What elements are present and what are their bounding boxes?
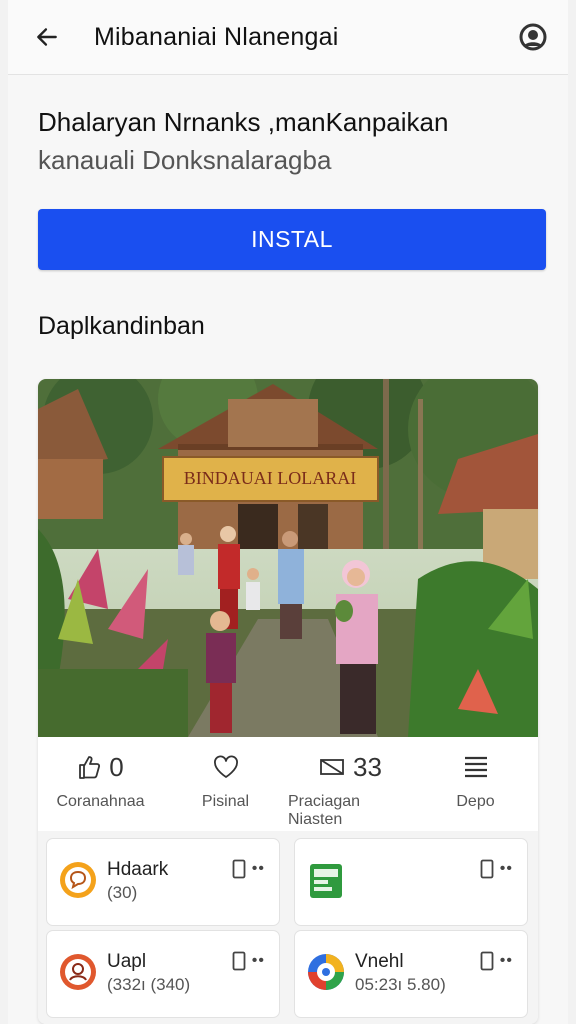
phone-icon xyxy=(232,951,246,971)
tile-meta: (332ı (340) xyxy=(107,975,191,994)
section-title: Daplkandinban xyxy=(38,312,205,340)
village-photo[interactable]: BINDAUAI LOLARAI xyxy=(38,379,538,737)
tile-name: Hdaark xyxy=(107,859,169,880)
flag-icon xyxy=(320,759,344,775)
top-app-bar: Mibananiai Nlanengai xyxy=(8,0,568,75)
tile-name: Uapl xyxy=(107,951,147,972)
favorite-label: Pisinal xyxy=(201,793,250,810)
arrow-left-icon xyxy=(37,28,57,46)
description-line-1: Dhalaryan Nrnanks ,manKanpaikan xyxy=(38,107,449,137)
profile-app-icon xyxy=(60,954,96,990)
heart-icon xyxy=(213,755,238,778)
colorful-app-icon xyxy=(308,954,344,990)
tile-options[interactable]: •• xyxy=(232,859,265,879)
back-button[interactable] xyxy=(32,22,62,52)
thumbs-up-icon xyxy=(79,756,101,779)
more-dots-icon: •• xyxy=(251,860,265,877)
install-button[interactable]: INSTAL xyxy=(38,209,546,270)
like-label: Coranahnaa xyxy=(56,793,145,810)
tile-meta: 05:23ı 5.80) xyxy=(355,975,446,994)
more-action[interactable]: Depo xyxy=(413,737,538,831)
phone-icon xyxy=(480,951,494,971)
phone-icon xyxy=(232,859,246,879)
user-avatar-icon xyxy=(519,23,547,51)
phone-icon xyxy=(480,859,494,879)
tile-name: Vnehl xyxy=(355,951,404,972)
app-tile-grid: Hdaark (30) •• •• Uapl (332ı (340) •• Vn… xyxy=(38,831,538,1024)
tile-meta: (30) xyxy=(107,883,138,902)
app-screen: Mibananiai Nlanengai Dhalaryan Nrnanks ,… xyxy=(8,0,568,1024)
app-tile[interactable]: •• xyxy=(294,838,528,926)
like-action[interactable]: 0 Coranahnaa xyxy=(38,737,163,831)
tile-options[interactable]: •• xyxy=(480,859,513,879)
description-line-2: kanauali Donksnalaragba xyxy=(38,145,332,175)
tile-options[interactable]: •• xyxy=(480,951,513,971)
favorite-action[interactable]: Pisinal xyxy=(163,737,288,831)
more-label: Depo xyxy=(456,793,495,810)
app-tile[interactable]: Vnehl 05:23ı 5.80) •• xyxy=(294,930,528,1018)
chat-bubble-icon xyxy=(60,862,96,898)
report-count: 33 xyxy=(353,751,382,782)
post-actions: 0 Coranahnaa Pisinal 33 Praciagan Niaste… xyxy=(38,737,538,832)
menu-icon xyxy=(464,756,487,778)
like-count: 0 xyxy=(109,751,124,782)
more-dots-icon: •• xyxy=(251,952,265,969)
more-dots-icon: •• xyxy=(499,952,513,969)
app-description: Dhalaryan Nrnanks ,manKanpaikan kanauali… xyxy=(8,75,568,179)
post-card: BINDAUAI LOLARAI 0 Coranahnaa Pisinal 33… xyxy=(38,379,538,1024)
app-tile[interactable]: Uapl (332ı (340) •• xyxy=(46,930,280,1018)
profile-button[interactable] xyxy=(516,20,550,54)
report-action[interactable]: 33 Praciagan Niasten xyxy=(288,737,413,831)
more-dots-icon: •• xyxy=(499,860,513,877)
green-app-icon xyxy=(310,864,342,898)
app-tile[interactable]: Hdaark (30) •• xyxy=(46,838,280,926)
app-title: Mibananiai Nlanengai xyxy=(94,22,339,51)
report-label: Praciagan Niasten xyxy=(288,793,361,828)
tile-options[interactable]: •• xyxy=(232,951,265,971)
sign-text: BINDAUAI LOLARAI xyxy=(184,468,356,488)
